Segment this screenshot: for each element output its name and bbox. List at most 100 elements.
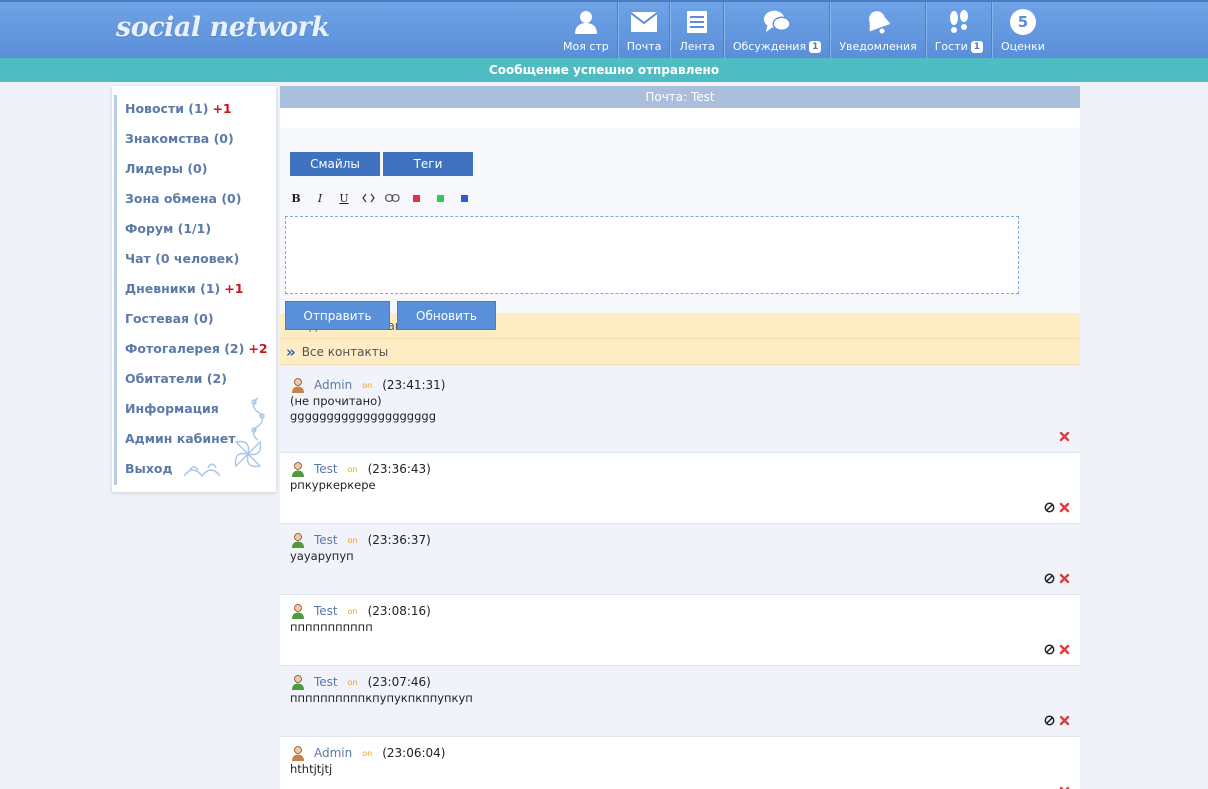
tags-button[interactable]: Теги [383,152,473,176]
sidebar-item-label: Чат (0 человек) [125,251,240,266]
delete-icon[interactable] [1059,573,1070,584]
message-header: Test on (23:36:43) [290,460,1070,478]
nav-label-wrap: Обсуждения 1 [733,40,822,53]
new-count-badge: +1 [212,101,232,116]
sidebar-item-label: Выход [125,461,173,476]
message-actions [1059,431,1070,442]
user-avatar-icon [290,461,306,477]
message-item: Test on (23:36:43) рпкуркеркере [280,453,1080,524]
message-time: (23:07:46) [367,675,431,689]
new-count-badge: +1 [224,281,244,296]
message-header: Admin on (23:06:04) [290,744,1070,762]
message-author[interactable]: Test [314,462,338,476]
message-author[interactable]: Admin [314,746,352,760]
sidebar-item-label: Гостевая (0) [125,311,214,326]
message-time: (23:08:16) [367,604,431,618]
message-item: Test on (23:08:16) ппппппппппп [280,595,1080,666]
block-icon[interactable] [1044,573,1055,584]
color-red-button[interactable] [408,190,424,206]
user-icon [572,8,600,36]
sidebar-item-label: Дневники (1) [125,281,221,296]
message-actions [1044,715,1070,726]
block-icon[interactable] [1044,715,1055,726]
delete-icon[interactable] [1059,431,1070,442]
refresh-button[interactable]: Обновить [397,301,496,330]
sidebar-item[interactable]: Дневники (1) +1 [114,275,276,305]
italic-button[interactable]: I [312,190,328,206]
message-text: ппппппппппп [290,620,373,634]
smiles-button[interactable]: Смайлы [290,152,380,176]
message-textarea[interactable] [285,216,1019,294]
sidebar-item-label: Новости (1) [125,101,209,116]
nav-footprints[interactable]: Гости 1 [925,2,992,58]
sidebar-item[interactable]: Новости (1) +1 [114,95,276,125]
nav-label-wrap: Уведомления [839,40,916,53]
site-logo[interactable]: social network [116,12,330,43]
message-list: Admin on (23:41:31) (не прочитано) ggggggggg… [280,369,1080,789]
message-item: Test on (23:36:37) yayapупуп [280,524,1080,595]
success-notice: Сообщение успешно отправлено [0,58,1208,82]
nav-discussions[interactable]: Обсуждения 1 [723,2,831,58]
all-contacts-link[interactable]: » Все контакты [280,339,1080,365]
color-blue-button[interactable] [456,190,472,206]
code-button[interactable] [360,190,376,206]
online-status: on [362,380,373,390]
block-icon[interactable] [1044,644,1055,655]
nav-label-wrap: Моя стр [563,40,609,53]
message-text: gggggggggggggggggggg [290,409,436,423]
online-status: on [347,606,358,616]
color-green-button[interactable] [432,190,448,206]
block-icon[interactable] [1044,502,1055,513]
sidebar-item[interactable]: Форум (1/1) [114,215,276,245]
sidebar-item[interactable]: Зона обмена (0) [114,185,276,215]
message-author[interactable]: Test [314,675,338,689]
bold-button[interactable]: B [288,190,304,206]
red-square-icon [412,194,420,202]
nav-label: Гости [934,40,968,53]
discussions-icon [763,8,791,36]
delete-icon[interactable] [1059,502,1070,513]
nav-label: Лента [679,40,715,53]
sidebar-item[interactable]: Знакомства (0) [114,125,276,155]
online-status: on [347,677,358,687]
link-icon [384,194,400,202]
message-time: (23:06:04) [382,746,446,760]
sidebar-item-label: Фотогалерея (2) [125,341,245,356]
nav-notifications[interactable]: Уведомления [830,2,926,58]
message-actions [1044,644,1070,655]
nav-feed[interactable]: Лента [670,2,724,58]
mail-panel: Почта: Test Смайлы Теги B I U Отправить … [280,86,1080,789]
nav-mail[interactable]: Почта [617,2,671,58]
message-author[interactable]: Test [314,533,338,547]
feed-icon [683,8,711,36]
sidebar-item-label: Лидеры (0) [125,161,208,176]
sidebar-item[interactable]: Фотогалерея (2) +2 [114,335,276,365]
nav-label: Почта [626,40,662,53]
message-author[interactable]: Test [314,604,338,618]
underline-button[interactable]: U [336,190,352,206]
sidebar-item-label: Форум (1/1) [125,221,212,236]
online-status: on [347,464,358,474]
sidebar-item[interactable]: Чат (0 человек) [114,245,276,275]
message-header: Test on (23:07:46) [290,673,1070,691]
sidebar-item[interactable]: Лидеры (0) [114,155,276,185]
double-chevron-icon: » [286,342,296,361]
user-avatar-icon [290,603,306,619]
count-badge: 1 [970,40,983,53]
page-title: Почта: Test [280,86,1080,108]
message-text: ппппппппппкпупукпкппупкуп [290,691,473,705]
message-text: yayapупуп [290,549,354,563]
nav-user[interactable]: Моя стр [555,2,618,58]
message-actions [1044,502,1070,513]
send-button[interactable]: Отправить [285,301,390,330]
ratings-icon: 5 [1009,8,1037,36]
nav-ratings[interactable]: 5 Оценки [992,2,1053,58]
message-time: (23:41:31) [382,378,446,392]
link-button[interactable] [384,190,400,206]
delete-icon[interactable] [1059,715,1070,726]
blue-square-icon [460,194,468,202]
sidebar-item[interactable]: Гостевая (0) [114,305,276,335]
online-status: on [362,748,373,758]
delete-icon[interactable] [1059,644,1070,655]
message-author[interactable]: Admin [314,378,352,392]
